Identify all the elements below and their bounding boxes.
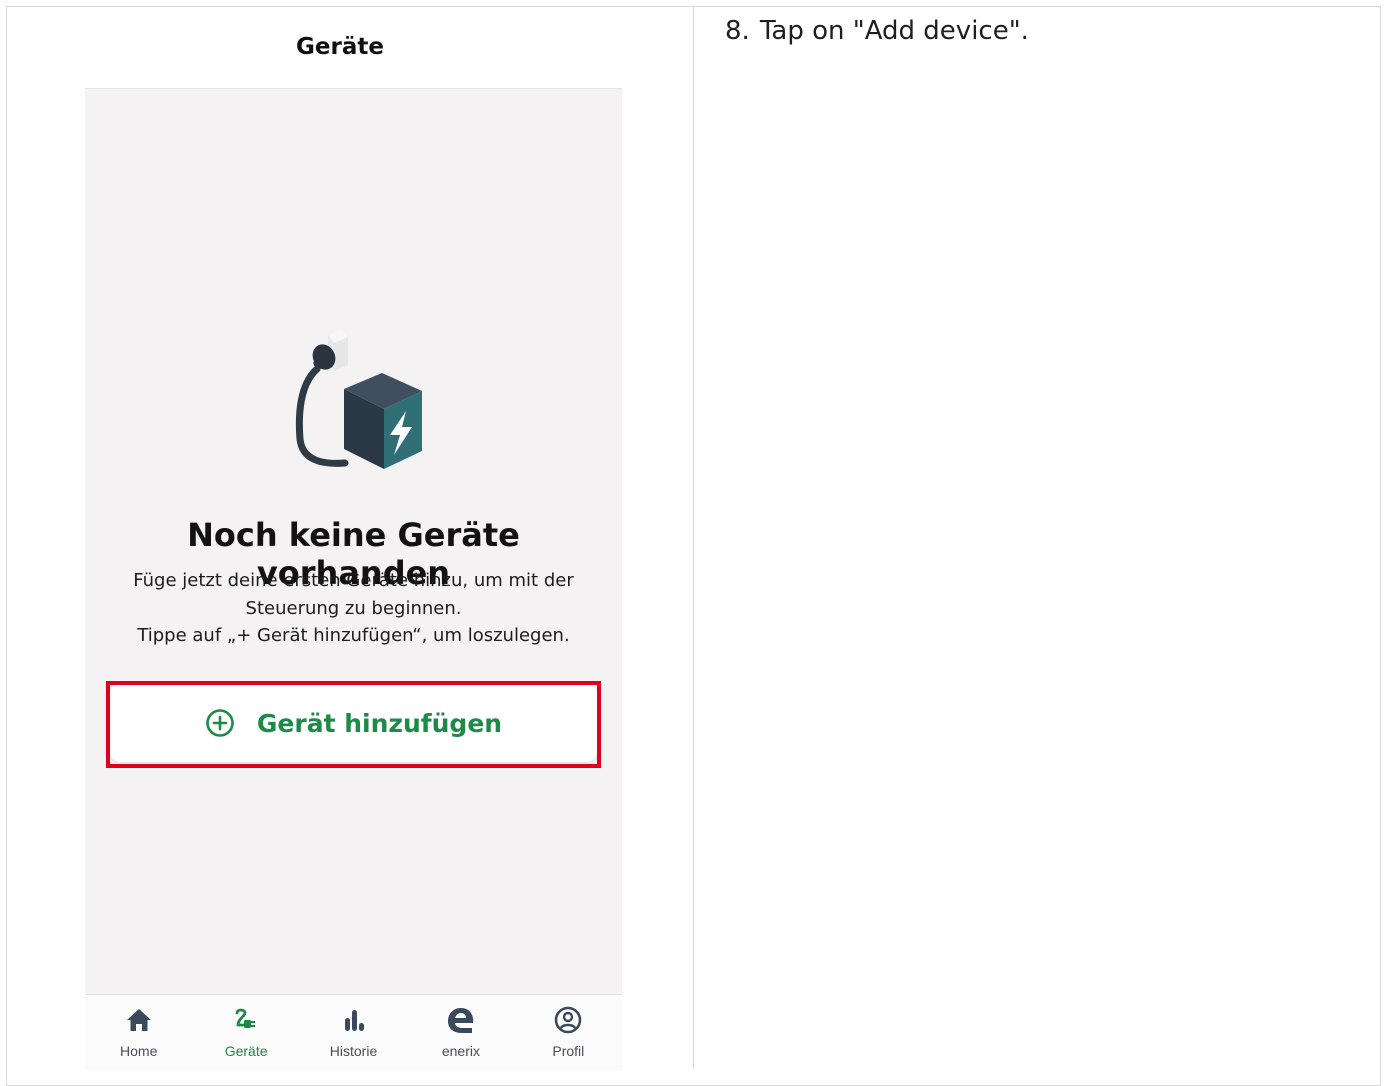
empty-state-description: Füge jetzt deine ersten Geräte hinzu, um…: [105, 567, 602, 650]
tab-home-label: Home: [120, 1043, 158, 1059]
description-line-2: Steuerung zu beginnen.: [245, 597, 462, 619]
tab-historie-label: Historie: [329, 1043, 378, 1059]
page-title: Geräte: [296, 34, 384, 60]
bottom-tab-bar: Home Geräte Historie enerix Profil: [85, 994, 622, 1071]
step-number: 8.: [725, 16, 750, 46]
tab-profil-label: Profil: [552, 1043, 585, 1059]
tab-profil[interactable]: Profil: [515, 995, 622, 1071]
home-icon: [126, 1009, 151, 1031]
add-device-button[interactable]: Gerät hinzufügen: [110, 684, 597, 762]
plug-device-icon: [295, 329, 422, 469]
step-text: Tap on "Add device".: [759, 16, 1029, 46]
tab-enerix-label: enerix: [441, 1043, 480, 1059]
enerix-logo-icon: [447, 1008, 474, 1033]
plus-circle-icon: [206, 709, 234, 737]
tab-enerix[interactable]: enerix: [407, 995, 514, 1071]
profile-icon: [555, 1006, 582, 1034]
add-device-button-label: Gerät hinzufügen: [256, 708, 503, 738]
tab-historie[interactable]: Historie: [300, 995, 407, 1071]
bar-chart-icon: [344, 1010, 364, 1031]
app-screen: Noch keine Geräte vorhanden Füge jetzt d…: [85, 88, 622, 1071]
description-line-3: Tippe auf „+ Gerät hinzufügen“, um loszu…: [137, 625, 570, 646]
instructions-pane: 8. Tap on "Add device".: [694, 7, 1380, 1069]
plug-icon: [235, 1008, 256, 1028]
tab-geraete[interactable]: Geräte: [192, 995, 299, 1071]
description-line-1: Füge jetzt deine ersten Geräte hinzu, um…: [133, 570, 574, 591]
tab-home[interactable]: Home: [85, 995, 192, 1071]
tab-geraete-label: Geräte: [224, 1043, 268, 1059]
instruction-step: 8. Tap on "Add device".: [725, 16, 1029, 46]
